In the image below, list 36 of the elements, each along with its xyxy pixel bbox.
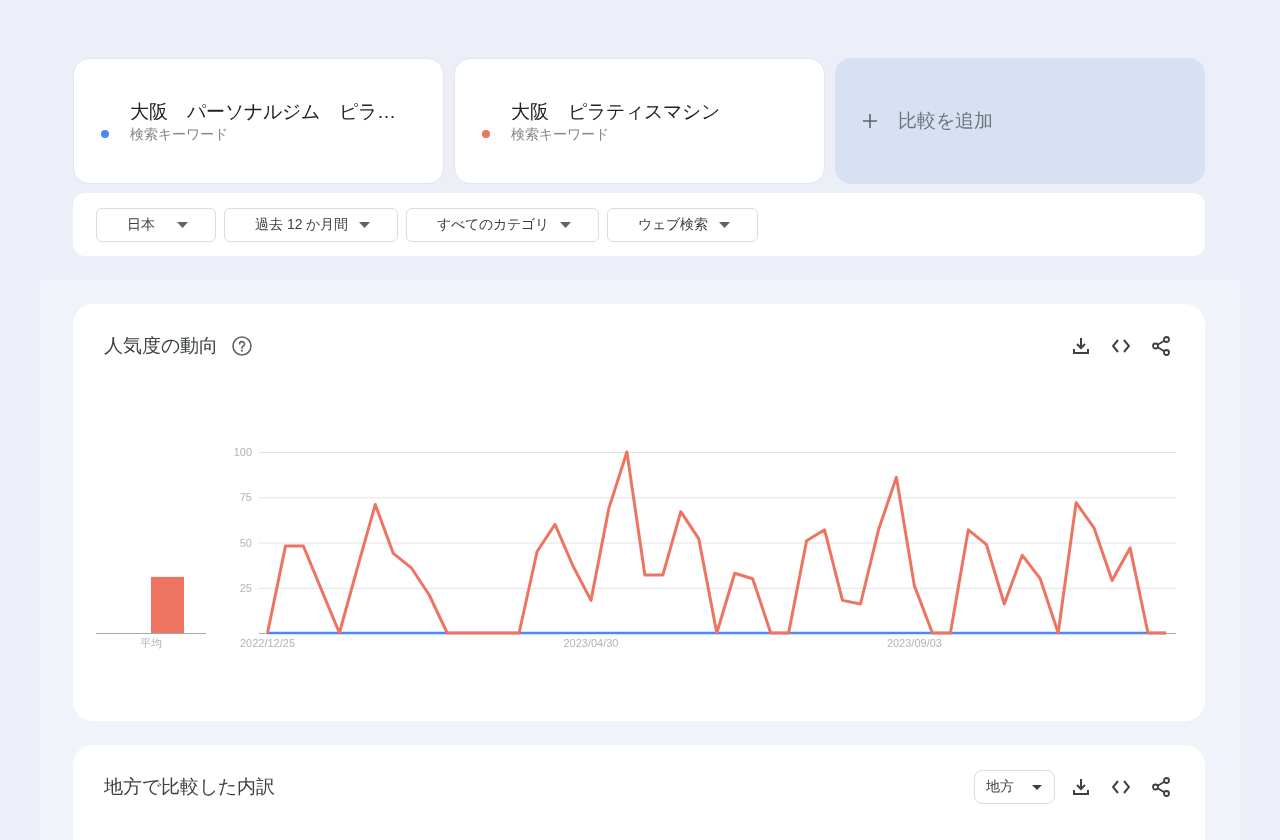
embed-code-icon[interactable] [1112,339,1130,353]
plus-icon [863,114,877,128]
average-bar [151,576,184,633]
y-axis-label: 100 [233,446,252,458]
help-icon[interactable] [232,336,252,356]
x-axis-label: 2023/09/03 [886,637,942,649]
filter-dropdown[interactable]: すべてのカテゴリ [406,207,600,242]
search-term-title: 大阪 ピラティスマシン [511,100,721,124]
filter-dropdown[interactable]: ウェブ検索 [607,207,759,242]
section-title: 人気度の動向 [104,334,218,358]
search-term-card[interactable]: 大阪 ピラティスマシン 検索キーワード [454,58,825,184]
caret-icon [177,221,188,228]
caret-icon [359,221,371,228]
add-comparison-button[interactable]: 比較を追加 [835,58,1205,184]
search-term-card[interactable]: 大阪 パーソナルジム ピラ… 検索キーワード [73,58,444,184]
caret-icon [560,221,572,228]
x-axis-label: 2023/04/30 [563,637,619,649]
y-axis-label: 75 [239,491,252,504]
caret-icon [1032,784,1042,790]
filter-dropdown[interactable]: 日本 [96,207,216,242]
share-icon[interactable] [1152,336,1170,356]
section-title: 地方で比較した内訳 [104,775,275,799]
share-icon[interactable] [1152,777,1170,797]
search-term-type: 検索キーワード [130,125,229,143]
x-axis-label: 2022/12/25 [239,637,296,649]
caret-icon [719,221,731,228]
search-term-title: 大阪 パーソナルジム ピラ… [130,100,397,124]
y-axis-label: 50 [239,536,252,549]
download-icon[interactable] [1072,778,1090,796]
embed-code-icon[interactable] [1112,780,1130,794]
download-icon[interactable] [1072,337,1090,355]
category-label: 平均 [140,637,162,649]
y-axis-label: 25 [239,581,252,594]
filter-dropdown[interactable]: 過去 12 か月間 [224,207,399,242]
region-dropdown[interactable]: 地方 [974,770,1055,804]
search-term-type: 検索キーワード [511,125,610,143]
